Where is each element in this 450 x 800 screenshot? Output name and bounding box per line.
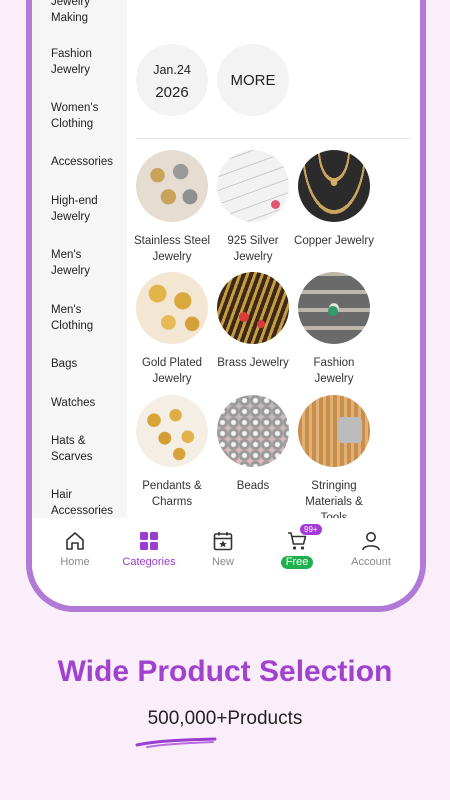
- sidebar-item-bags[interactable]: Bags: [51, 356, 123, 372]
- tab-label: Home: [60, 556, 90, 568]
- sidebar-item-womens-clothing[interactable]: Women's Clothing: [51, 100, 123, 132]
- copper-jewelry-image: [298, 150, 370, 222]
- beads-image: [217, 395, 289, 467]
- category-stainless-steel[interactable]: Stainless Steel Jewelry: [131, 150, 213, 265]
- pendants-charms-image: [136, 395, 208, 467]
- app-screen: Jewelry Making Fashion Jewelry Women's C…: [32, 0, 420, 606]
- tab-label: Categories: [122, 556, 176, 568]
- sidebar-item-mens-clothing[interactable]: Men's Clothing: [51, 302, 123, 334]
- sidebar-item-hats-scarves[interactable]: Hats & Scarves: [51, 433, 123, 465]
- category-pendants-charms[interactable]: Pendants & Charms: [131, 395, 213, 510]
- cart-count-badge: 99+: [300, 524, 322, 535]
- promo-headline: Wide Product Selection: [57, 655, 393, 688]
- tab-cart[interactable]: 99+ Free: [261, 524, 333, 570]
- category-label: Gold Plated Jewelry: [141, 357, 203, 385]
- more-dates-button[interactable]: MORE: [217, 44, 289, 116]
- category-label: Fashion Jewelry: [313, 357, 355, 385]
- home-icon: [64, 530, 86, 552]
- category-label: 925 Silver Jewelry: [227, 235, 279, 263]
- gold-plated-jewelry-image: [136, 272, 208, 344]
- sidebar-item-watches[interactable]: Watches: [51, 395, 123, 411]
- cart-icon: 99+: [286, 524, 322, 552]
- category-beads[interactable]: Beads: [212, 395, 294, 494]
- category-stringing-materials[interactable]: Stringing Materials & Tools: [293, 395, 375, 518]
- tab-account[interactable]: Account: [335, 530, 407, 568]
- sidebar-item-high-end-jewelry[interactable]: High-end Jewelry: [51, 193, 123, 225]
- tab-categories[interactable]: Categories: [113, 530, 185, 568]
- sidebar-item-fashion-jewelry[interactable]: Fashion Jewelry: [51, 46, 123, 78]
- more-label: MORE: [230, 72, 276, 89]
- tab-label: New: [211, 556, 234, 568]
- grid-icon: [138, 530, 160, 552]
- stringing-materials-image: [298, 395, 370, 467]
- category-copper[interactable]: Copper Jewelry: [293, 150, 375, 249]
- date-year: 2026: [155, 84, 189, 101]
- date-circle-jan24[interactable]: Jan.24 2026: [136, 44, 208, 116]
- sidebar-item-jewelry-making[interactable]: Jewelry Making: [51, 0, 123, 26]
- category-fashion-jewelry[interactable]: Fashion Jewelry: [293, 272, 375, 387]
- stainless-steel-jewelry-image: [136, 150, 208, 222]
- fashion-jewelry-image: [298, 272, 370, 344]
- category-label: Pendants & Charms: [142, 480, 202, 508]
- category-content: 2026 2026 2026 Jan.24 2026 MORE Stainles…: [127, 0, 420, 518]
- date-day: Jan.24: [153, 63, 191, 77]
- category-brass[interactable]: Brass Jewelry: [212, 272, 294, 371]
- sidebar-item-mens-jewelry[interactable]: Men's Jewelry: [51, 247, 123, 279]
- sidebar-item-hair-accessories[interactable]: Hair Accessories: [51, 487, 123, 518]
- person-icon: [360, 530, 382, 552]
- category-label: Stainless Steel Jewelry: [133, 235, 211, 263]
- divider: [136, 138, 411, 139]
- category-gold-plated[interactable]: Gold Plated Jewelry: [131, 272, 213, 387]
- category-label: Beads: [236, 480, 270, 492]
- category-label: Stringing Materials & Tools: [305, 480, 363, 518]
- category-label: Brass Jewelry: [217, 357, 289, 369]
- free-badge: Free: [280, 556, 314, 569]
- category-label: Copper Jewelry: [294, 235, 374, 247]
- promo-subline: 500,000+Products: [147, 708, 303, 729]
- tab-new[interactable]: New: [187, 530, 259, 568]
- phone-frame: Jewelry Making Fashion Jewelry Women's C…: [26, 0, 426, 612]
- brass-jewelry-image: [217, 272, 289, 344]
- sidebar-item-accessories[interactable]: Accessories: [51, 154, 123, 170]
- tab-label: Account: [351, 556, 391, 568]
- tab-home[interactable]: Home: [39, 530, 111, 568]
- bottom-tab-bar: Home Categories New 99+ Free Account: [32, 520, 420, 570]
- underline-swoosh: [135, 737, 217, 748]
- silver-jewelry-image: [217, 150, 289, 222]
- calendar-star-icon: [212, 530, 234, 552]
- category-925-silver[interactable]: 925 Silver Jewelry: [212, 150, 294, 265]
- category-sidebar: Jewelry Making Fashion Jewelry Women's C…: [32, 0, 127, 518]
